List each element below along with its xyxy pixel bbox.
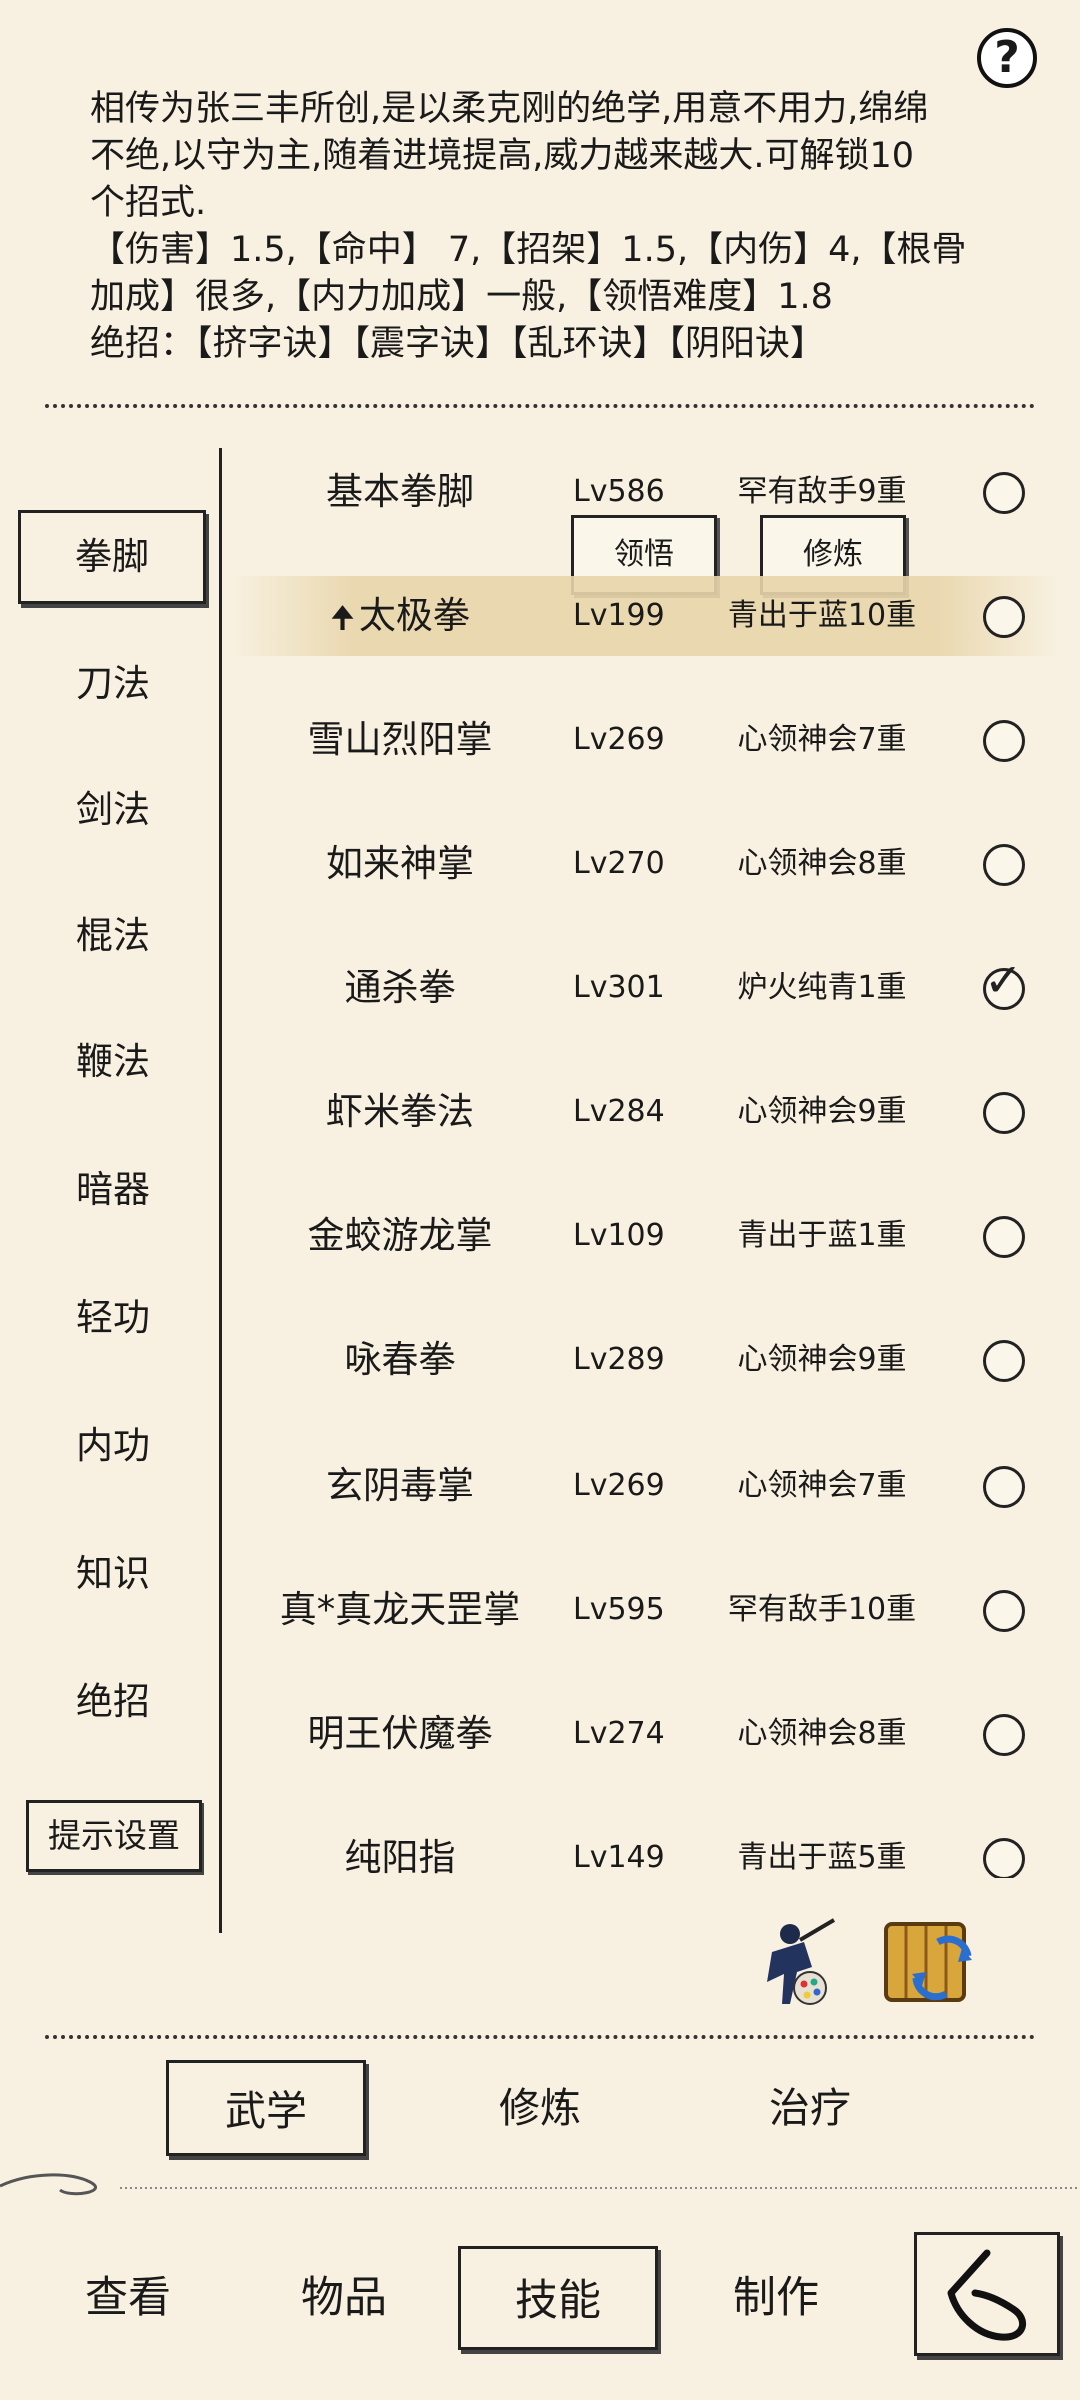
scroll-refresh-icon[interactable]: [876, 1912, 980, 2012]
description-line: 加成】很多,【内力加成】一般,【领悟难度】1.8: [90, 277, 833, 317]
skill-name: 通杀拳: [344, 966, 456, 1009]
skill-stage: 心领神会7重: [737, 722, 907, 757]
skill-row[interactable]: 纯阳指 Lv149 青出于蓝5重: [230, 1818, 1060, 1878]
category-tab-staff[interactable]: 棍法: [18, 892, 208, 980]
skill-select-radio[interactable]: [983, 1466, 1025, 1508]
skill-stage: 炉火纯青1重: [737, 970, 907, 1005]
description-line: 不绝,以守为主,随着进境提高,威力越来越大.可解锁10: [90, 136, 915, 176]
skill-stage: 青出于蓝10重: [727, 598, 917, 633]
nav-tab-items[interactable]: 物品: [244, 2246, 444, 2350]
category-tab-whip[interactable]: 鞭法: [18, 1018, 208, 1106]
skill-row[interactable]: 玄阴毒掌 Lv269 心领神会7重: [230, 1446, 1060, 1526]
skill-description: 相传为张三丰所创,是以柔克刚的绝学,用意不用力,绵绵 不绝,以守为主,随着进境提…: [90, 86, 1010, 368]
description-line: 相传为张三丰所创,是以柔克刚的绝学,用意不用力,绵绵: [90, 89, 929, 129]
skill-select-radio[interactable]: [983, 844, 1025, 886]
skill-name: 虾米拳法: [326, 1090, 474, 1133]
skill-level: Lv269: [573, 1468, 665, 1503]
column-divider: [219, 448, 222, 1933]
skill-row[interactable]: 真*真龙天罡掌 Lv595 罕有敌手10重: [230, 1570, 1060, 1650]
skill-row[interactable]: 雪山烈阳掌 Lv269 心领神会7重: [230, 700, 1060, 780]
skill-stage: 青出于蓝5重: [737, 1840, 907, 1875]
skill-level: Lv301: [573, 970, 665, 1005]
help-button[interactable]: ?: [977, 28, 1037, 88]
skill-row[interactable]: 虾米拳法 Lv284 心领神会9重: [230, 1072, 1060, 1152]
skill-name: 金蛟游龙掌: [307, 1214, 493, 1257]
checkmark-icon: ✓: [984, 953, 1023, 1007]
skill-level: Lv595: [573, 1592, 665, 1627]
subtab-healing[interactable]: 治疗: [710, 2060, 910, 2156]
nav-tab-view[interactable]: 查看: [28, 2246, 228, 2350]
nav-tab-craft[interactable]: 制作: [676, 2246, 876, 2350]
description-line: 【伤害】1.5,【命中】 7,【招架】1.5,【内伤】4,【根骨: [90, 230, 967, 270]
skill-select-radio[interactable]: [983, 1340, 1025, 1382]
category-tab-knowledge[interactable]: 知识: [18, 1530, 208, 1618]
skill-level: Lv289: [573, 1342, 665, 1377]
tip-settings-button[interactable]: 提示设置: [26, 1800, 202, 1872]
skill-select-radio[interactable]: [983, 720, 1025, 762]
skill-stage: 心领神会9重: [737, 1094, 907, 1129]
nav-tab-skills[interactable]: 技能: [458, 2246, 658, 2350]
category-tab-sword[interactable]: 剑法: [18, 766, 208, 854]
divider-bottom: [45, 2035, 1035, 2039]
back-button[interactable]: [914, 2232, 1060, 2356]
skill-level: Lv270: [573, 846, 665, 881]
skill-name: 🠉 太极拳: [230, 576, 570, 659]
skill-name: 纯阳指: [344, 1836, 456, 1878]
category-tab-blade[interactable]: 刀法: [18, 640, 208, 728]
divider-top: [45, 404, 1035, 408]
skill-name: 基本拳脚: [326, 470, 474, 513]
skill-row-selected[interactable]: 🠉 太极拳 Lv199 青出于蓝10重: [230, 576, 1060, 656]
subtab-martial-arts[interactable]: 武学: [166, 2060, 366, 2156]
subtab-training[interactable]: 修炼: [440, 2060, 640, 2156]
category-tab-lightness[interactable]: 轻功: [18, 1274, 208, 1362]
skill-select-radio[interactable]: [983, 1714, 1025, 1756]
skill-row[interactable]: 明王伏魔拳 Lv274 心领神会8重: [230, 1694, 1060, 1774]
skill-stage: 心领神会8重: [737, 846, 907, 881]
skill-name: 雪山烈阳掌: [307, 718, 493, 761]
skill-name: 玄阴毒掌: [326, 1464, 474, 1507]
skill-stage: 心领神会7重: [737, 1468, 907, 1503]
skill-level: Lv149: [573, 1840, 665, 1875]
category-tab-hidden-weapon[interactable]: 暗器: [18, 1146, 208, 1234]
back-arrow-icon: [947, 2249, 1027, 2341]
skill-row[interactable]: 如来神掌 Lv270 心领神会8重: [230, 824, 1060, 904]
question-mark-icon: ?: [994, 32, 1020, 83]
category-tab-fist[interactable]: 拳脚: [18, 510, 206, 604]
ninja-painter-icon[interactable]: [742, 1912, 842, 2012]
skill-level: Lv284: [573, 1094, 665, 1129]
skill-row[interactable]: 金蛟游龙掌 Lv109 青出于蓝1重: [230, 1196, 1060, 1276]
skill-select-radio[interactable]: [983, 1838, 1025, 1878]
skill-name: 如来神掌: [326, 842, 474, 885]
skill-select-radio-checked[interactable]: ✓: [983, 957, 1025, 1010]
category-tab-ultimate[interactable]: 绝招: [18, 1658, 208, 1746]
skill-row[interactable]: 咏春拳 Lv289 心领神会9重: [230, 1320, 1060, 1400]
skill-select-radio[interactable]: [983, 596, 1025, 638]
skill-level: Lv269: [573, 722, 665, 757]
skill-name-text: 太极拳: [358, 594, 470, 637]
category-tab-inner-power[interactable]: 内功: [18, 1402, 208, 1490]
skill-name: 真*真龙天罡掌: [279, 1588, 521, 1631]
skill-stage: 青出于蓝1重: [737, 1218, 907, 1253]
skill-level: Lv109: [573, 1218, 665, 1253]
skill-row[interactable]: 通杀拳 Lv301 炉火纯青1重 ✓: [230, 948, 1060, 1028]
skill-select-radio[interactable]: [983, 1092, 1025, 1134]
skill-stage: 罕有敌手10重: [727, 1592, 917, 1627]
skill-level: Lv199: [573, 598, 665, 633]
skill-name: 咏春拳: [344, 1338, 456, 1381]
description-line: 个招式.: [90, 183, 207, 223]
skill-select-radio[interactable]: [983, 1590, 1025, 1632]
skill-level: Lv274: [573, 1716, 665, 1751]
skill-name: 明王伏魔拳: [307, 1712, 493, 1755]
skill-stage: 心领神会9重: [737, 1342, 907, 1377]
skill-select-radio[interactable]: [983, 1216, 1025, 1258]
description-line: 绝招：【挤字诀】【震字诀】【乱环诀】【阴阳诀】: [90, 324, 826, 364]
skill-stage: 心领神会8重: [737, 1716, 907, 1751]
skill-select-radio[interactable]: [983, 472, 1025, 514]
upgrade-arrow-icon: 🠉: [330, 601, 355, 636]
